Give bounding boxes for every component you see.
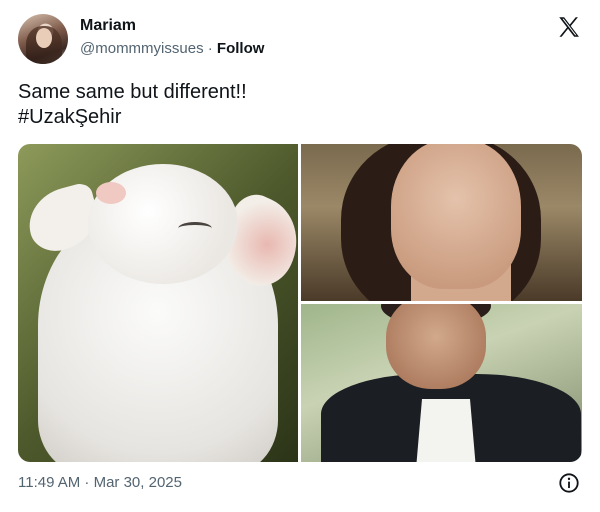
avatar[interactable] <box>18 14 68 64</box>
timestamp[interactable]: 11:49 AM · Mar 30, 2025 <box>18 474 182 491</box>
handle-row: @mommmyissues · Follow <box>80 40 264 57</box>
goat-eye <box>178 222 212 235</box>
goat-photo[interactable] <box>18 144 298 462</box>
separator-dot: · <box>207 40 213 57</box>
author-handle[interactable]: @mommmyissues <box>80 40 204 57</box>
avatar-face <box>36 28 52 48</box>
man-shirt <box>416 399 476 462</box>
media-grid <box>18 144 582 462</box>
info-icon[interactable] <box>558 472 580 494</box>
woman-photo[interactable] <box>301 144 582 301</box>
tweet-card: Mariam @mommmyissues · Follow Same same … <box>0 0 600 512</box>
goat-nose <box>96 182 126 204</box>
tweet-text: Same same but different!! #UzakŞehir <box>18 80 247 130</box>
follow-button[interactable]: Follow <box>217 40 265 57</box>
woman-face <box>391 144 521 289</box>
x-logo-icon[interactable] <box>556 14 582 40</box>
man-head <box>386 304 486 389</box>
author-name[interactable]: Mariam <box>80 17 136 35</box>
tweet-text-line: Same same but different!! <box>18 81 247 103</box>
man-photo[interactable] <box>301 304 582 462</box>
hashtag-link[interactable]: #UzakŞehir <box>18 105 247 130</box>
